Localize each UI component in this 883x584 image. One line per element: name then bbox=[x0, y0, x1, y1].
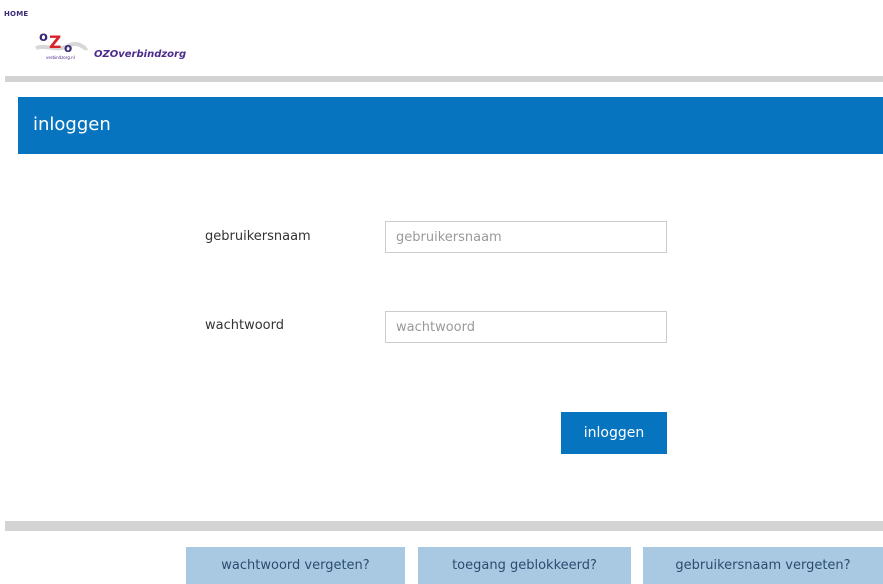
home-link[interactable]: HOME bbox=[4, 10, 28, 18]
bottom-divider bbox=[5, 521, 883, 531]
password-input[interactable] bbox=[385, 311, 667, 343]
forgot-username-button[interactable]: gebruikersnaam vergeten? bbox=[643, 547, 883, 584]
logo-small-text: verbindzorg.nl bbox=[46, 55, 75, 60]
logo-letter-o2: o bbox=[64, 41, 72, 55]
username-input[interactable] bbox=[385, 221, 667, 253]
title-bar: inloggen bbox=[18, 97, 883, 154]
brand-name: OZOverbindzorg bbox=[94, 49, 187, 60]
login-page: HOME o Z o verbindzorg.nl OZOverbindzorg… bbox=[0, 0, 883, 584]
page-title: inloggen bbox=[33, 114, 111, 135]
forgot-password-button[interactable]: wachtwoord vergeten? bbox=[186, 547, 405, 584]
top-divider bbox=[5, 76, 883, 82]
password-label: wachtwoord bbox=[205, 318, 284, 333]
ozo-logo-icon[interactable]: o Z o verbindzorg.nl bbox=[32, 26, 88, 62]
access-blocked-button[interactable]: toegang geblokkeerd? bbox=[418, 547, 631, 584]
login-button[interactable]: inloggen bbox=[561, 412, 667, 454]
logo-letter-o1: o bbox=[39, 30, 48, 45]
username-label: gebruikersnaam bbox=[205, 229, 311, 244]
logo-letter-z: Z bbox=[49, 33, 61, 53]
